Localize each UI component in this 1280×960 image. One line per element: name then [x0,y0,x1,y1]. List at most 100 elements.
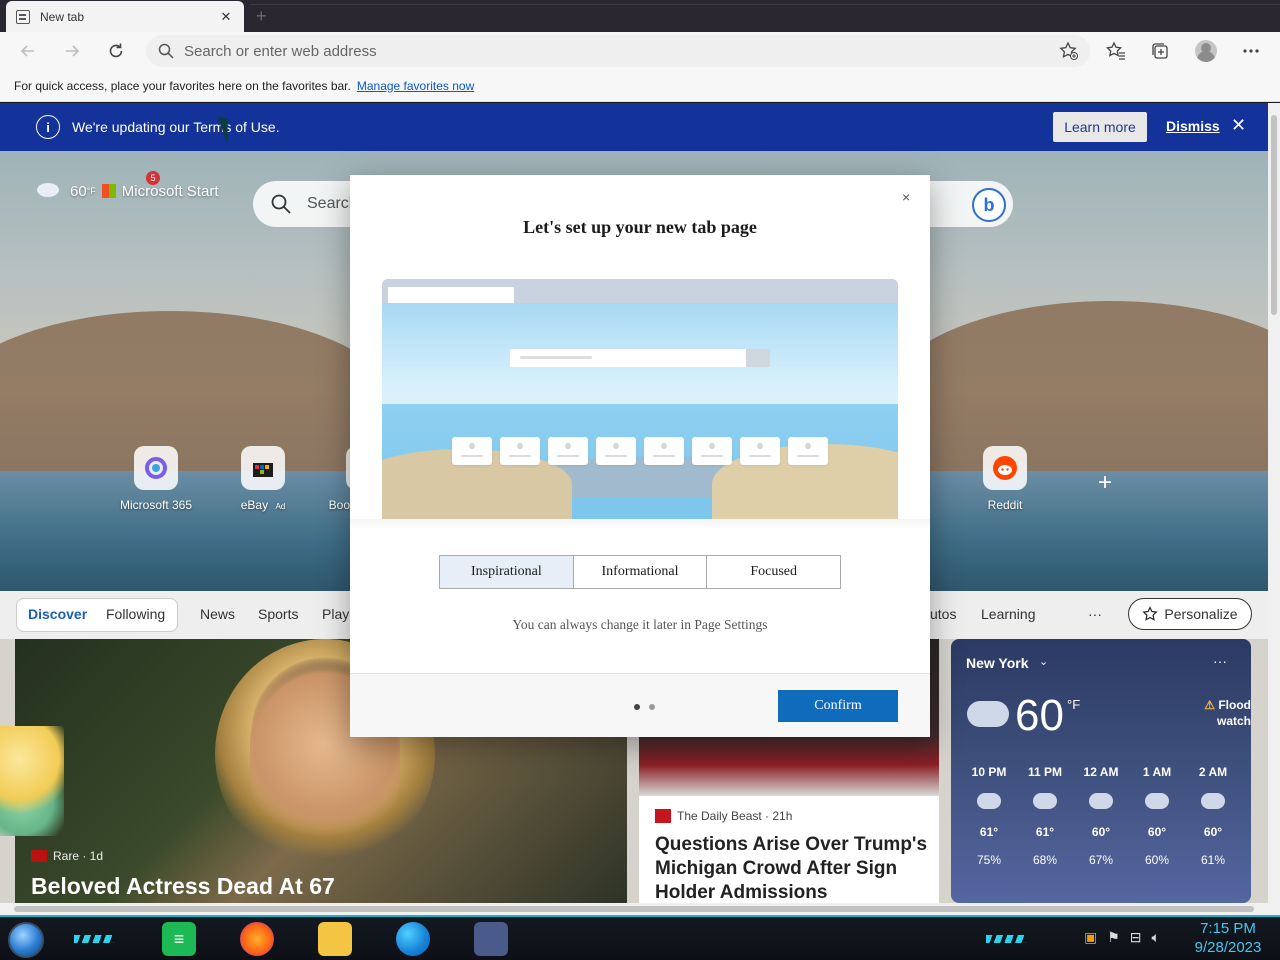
quick-link-microsoft-365[interactable]: Microsoft 365 [116,446,196,512]
weather-temp: 60 [1015,691,1064,740]
notification-badge[interactable]: 5 [146,171,160,185]
forward-button[interactable] [56,35,88,67]
quick-link-label: Boo [328,498,350,512]
warning-icon: ⚠ [1204,698,1215,712]
window-app-icon[interactable] [474,922,508,956]
edge-app-icon[interactable] [396,922,430,956]
scrollbar-thumb[interactable] [14,906,1254,912]
step-indicator [634,704,655,710]
quick-link-reddit[interactable]: Reddit [965,446,1045,512]
search-icon [271,194,291,214]
more-dots-icon [1243,49,1259,53]
option-informational[interactable]: Informational [573,556,708,588]
vertical-scrollbar[interactable] [1268,103,1280,903]
article-headline[interactable]: Beloved Actress Dead At 67 [31,873,335,900]
profile-avatar[interactable] [1195,40,1217,62]
tab-discover[interactable]: Discover [28,606,87,622]
quick-link-ebay[interactable]: eBay Ad [223,446,303,512]
forecast-time: 11 PM [1027,765,1063,779]
system-tray: ▣ ⚑ ⊟ 🔈︎ [1084,929,1160,946]
tab-title: New tab [40,9,85,24]
tab-autos[interactable]: utos [930,606,956,622]
start-button[interactable] [8,922,44,958]
browser-toolbar [0,32,1280,70]
back-button[interactable] [12,35,44,67]
chevron-down-icon[interactable]: ⌄ [1039,655,1048,668]
tab-close-icon[interactable]: ✕ [218,9,234,25]
tray-app-icon[interactable]: ▣ [1084,929,1097,946]
forecast-hour: 12 AM 60° 67% [1075,765,1127,867]
article-source-label: The Daily Beast · 21h [677,809,793,823]
banner-close-icon[interactable]: ✕ [1231,115,1246,136]
m365-icon [134,446,178,490]
collections-icon [1152,43,1168,59]
clock-date: 9/28/2023 [1194,939,1262,956]
more-tabs-button[interactable]: ··· [1088,606,1102,622]
tab-strip-divider [250,4,1280,10]
forecast-time: 1 AM [1142,765,1172,779]
quick-link-label: eBay [240,498,269,512]
daily-beast-logo [655,809,671,823]
bing-chat-button[interactable]: b [972,188,1006,222]
settings-more-button[interactable] [1238,38,1264,64]
option-inspirational[interactable]: Inspirational [440,556,574,588]
weather-location[interactable]: New York [966,655,1029,671]
file-explorer-icon[interactable] [318,922,352,956]
more-dots-icon[interactable]: ··· [1213,653,1227,669]
forecast-time: 2 AM [1198,765,1228,779]
network-icon[interactable]: ⊟ [1130,929,1142,946]
forecast-hour: 1 AM 60° 60% [1131,765,1183,867]
spotify-app-icon[interactable]: ≡ [162,922,196,956]
firefox-app-icon[interactable] [240,922,274,956]
desktop-sticker-character [0,726,64,836]
horizontal-scrollbar[interactable] [0,903,1280,915]
flood-watch-alert[interactable]: ⚠ Flood watch [1173,697,1251,729]
personalize-button[interactable]: Personalize [1128,598,1252,630]
tab-learning[interactable]: Learning [981,606,1036,622]
new-tab-button[interactable]: + [256,6,267,27]
tab-following[interactable]: Following [106,606,165,622]
address-input[interactable] [184,42,1044,60]
quick-link-booking[interactable]: Boo [310,446,350,512]
tab-play[interactable]: Play [322,606,349,622]
weather-card[interactable]: New York ⌄ ··· 60 °F ⚠ Flood watch 10 PM… [951,639,1251,903]
preview-tab [388,287,514,303]
forecast-temp: 60° [1147,825,1167,839]
dismiss-button[interactable]: Dismiss [1166,118,1220,134]
refresh-button[interactable] [100,35,132,67]
tab-sports[interactable]: Sports [258,606,298,622]
tab-news[interactable]: News [200,606,235,622]
article-source: The Daily Beast · 21h [655,809,792,823]
confirm-button[interactable]: Confirm [778,690,898,722]
scrollbar-thumb[interactable] [1271,115,1277,315]
tab-new-tab[interactable]: New tab ✕ [6,1,244,32]
brand-label[interactable]: Microsoft Start [122,183,219,200]
terms-update-banner: i We're updating our Terms of Use. Learn… [0,103,1268,151]
volume-icon[interactable]: 🔈︎ [1152,929,1160,946]
reddit-icon [983,446,1027,490]
manage-favorites-link[interactable]: Manage favorites now [357,79,474,93]
preview-quick-link [548,437,588,465]
system-clock[interactable]: 7:15 PM 9/28/2023 [1186,919,1270,957]
dialog-close-icon[interactable]: × [902,189,910,205]
article-source-label: Rare · 1d [53,849,104,863]
cloud-rain-icon [1089,793,1113,809]
forecast-precip: 60% [1144,853,1170,867]
forward-arrow-icon [66,45,80,57]
option-focused[interactable]: Focused [707,556,841,588]
new-tab-page-icon [16,9,30,24]
weather-mini[interactable]: 60 °F Microsoft Start [34,181,218,201]
learn-more-button[interactable]: Learn more [1053,112,1147,142]
add-quick-link-button[interactable]: + [1098,469,1112,497]
article-headline[interactable]: Questions Arise Over Trump's Michigan Cr… [655,833,929,903]
favorites-button[interactable] [1103,38,1129,64]
add-favorite-button[interactable] [1056,38,1082,64]
address-bar[interactable] [146,35,1090,67]
alert-label: Flood watch [1216,698,1251,728]
preview-quick-link [644,437,684,465]
flag-icon[interactable]: ⚑ [1107,929,1120,946]
preview-quick-link [500,437,540,465]
cloud-rain-icon [1033,793,1057,809]
new-tab-setup-dialog: × Let's set up your new tab page Inspira… [350,175,930,737]
collections-button[interactable] [1147,38,1173,64]
